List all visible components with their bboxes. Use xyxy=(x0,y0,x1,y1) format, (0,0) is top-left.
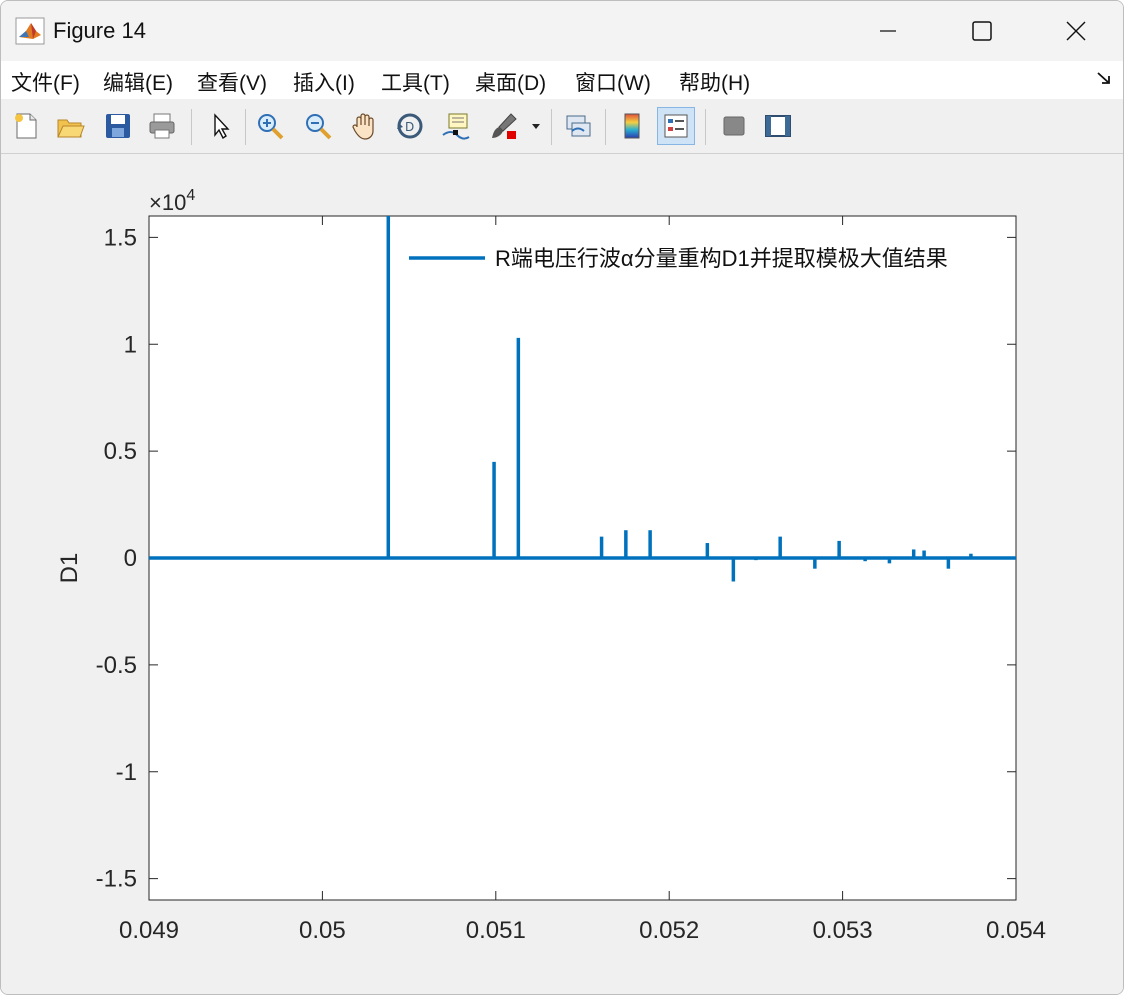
data-cursor-button[interactable] xyxy=(437,107,475,145)
x-tick-label: 0.052 xyxy=(639,917,699,944)
dock-arrow-icon[interactable] xyxy=(1095,69,1113,92)
figure-window: Figure 14 文件(F) 编辑(E) 查看(V) 插入(I) 工具(T) … xyxy=(0,0,1124,995)
x-tick-label: 0.053 xyxy=(813,917,873,944)
new-figure-button[interactable] xyxy=(7,107,45,145)
menu-view[interactable]: 查看(V) xyxy=(197,67,267,97)
save-icon xyxy=(106,114,130,138)
menu-desktop[interactable]: 桌面(D) xyxy=(475,67,546,97)
y-tick-label: 0 xyxy=(124,545,137,572)
close-button[interactable] xyxy=(1053,9,1099,53)
y-tick-label: -0.5 xyxy=(96,652,137,679)
print-button[interactable] xyxy=(143,107,181,145)
toolbar: D xyxy=(1,99,1123,154)
hide-plot-tools-icon xyxy=(723,116,745,136)
maximize-button[interactable] xyxy=(959,9,1005,53)
figure-canvas[interactable]: 0.049 0.05 0.051 0.052 0.053 0.054 -1.5 -1 -0.5 0… xyxy=(1,154,1123,994)
rotate-3d-button[interactable]: D xyxy=(391,107,429,145)
title-bar: Figure 14 xyxy=(1,1,1123,61)
brush-icon xyxy=(492,113,517,139)
legend-entry: R端电压行波α分量重构D1并提取模极大值结果 xyxy=(495,246,948,271)
zoom-in-icon xyxy=(258,114,284,140)
y-axis-label: D1 xyxy=(56,553,83,584)
menu-tools[interactable]: 工具(T) xyxy=(381,67,450,97)
toolbar-separator xyxy=(245,109,246,145)
edit-plot-arrow-icon xyxy=(214,113,230,140)
toolbar-separator xyxy=(551,109,552,145)
zoom-out-button[interactable] xyxy=(299,107,337,145)
edit-plot-button[interactable] xyxy=(201,107,239,145)
legend-icon xyxy=(664,114,688,138)
maximize-icon xyxy=(972,21,992,41)
zoom-out-icon xyxy=(306,114,332,140)
brush-button[interactable] xyxy=(485,107,523,145)
y-tick-label: 0.5 xyxy=(104,438,137,465)
hide-plot-tools-button[interactable] xyxy=(715,107,753,145)
x-tick-label: 0.054 xyxy=(986,917,1046,944)
matlab-logo-icon xyxy=(15,17,45,45)
menu-bar: 文件(F) 编辑(E) 查看(V) 插入(I) 工具(T) 桌面(D) 窗口(W… xyxy=(1,61,1123,99)
menu-help[interactable]: 帮助(H) xyxy=(679,67,750,97)
y-tick-label: 1 xyxy=(124,331,137,358)
minimize-icon xyxy=(880,30,896,32)
x-tick-label: 0.051 xyxy=(466,917,526,944)
zoom-in-button[interactable] xyxy=(251,107,289,145)
save-button[interactable] xyxy=(99,107,137,145)
menu-file[interactable]: 文件(F) xyxy=(11,67,80,97)
pan-hand-icon xyxy=(352,113,374,140)
y-tick-label: 1.5 xyxy=(104,224,137,251)
x-tick-label: 0.05 xyxy=(299,917,346,944)
chevron-down-icon xyxy=(532,124,540,129)
y-tick-label: -1.5 xyxy=(96,866,137,893)
data-cursor-icon xyxy=(442,113,470,140)
link-plot-button[interactable] xyxy=(559,107,597,145)
toolbar-separator xyxy=(191,109,192,145)
chart[interactable]: 0.049 0.05 0.051 0.052 0.053 0.054 -1.5 -1 -0.5 0… xyxy=(1,154,1123,994)
toolbar-separator xyxy=(705,109,706,145)
show-plot-tools-icon xyxy=(765,115,791,137)
x-tick-label: 0.049 xyxy=(119,917,179,944)
minimize-button[interactable] xyxy=(865,9,911,53)
menu-edit[interactable]: 编辑(E) xyxy=(103,67,173,97)
link-plot-icon xyxy=(566,115,591,137)
menu-insert[interactable]: 插入(I) xyxy=(293,67,355,97)
show-plot-tools-button[interactable] xyxy=(759,107,797,145)
y-exponent-label: ×104 xyxy=(149,187,195,215)
colorbar-icon xyxy=(624,113,640,139)
menu-window[interactable]: 窗口(W) xyxy=(575,67,651,97)
open-file-icon xyxy=(57,119,85,138)
y-tick-label: -1 xyxy=(116,759,137,786)
brush-dropdown-button[interactable] xyxy=(525,107,547,145)
new-figure-icon xyxy=(15,113,37,139)
print-icon xyxy=(149,113,175,139)
rotate-3d-icon: D xyxy=(397,113,423,139)
insert-legend-button[interactable] xyxy=(657,107,695,145)
toolbar-separator xyxy=(605,109,606,145)
svg-text:D: D xyxy=(405,120,414,134)
insert-colorbar-button[interactable] xyxy=(613,107,651,145)
open-file-button[interactable] xyxy=(51,107,89,145)
close-icon xyxy=(1066,21,1086,41)
window-title: Figure 14 xyxy=(53,18,146,43)
pan-button[interactable] xyxy=(345,107,383,145)
